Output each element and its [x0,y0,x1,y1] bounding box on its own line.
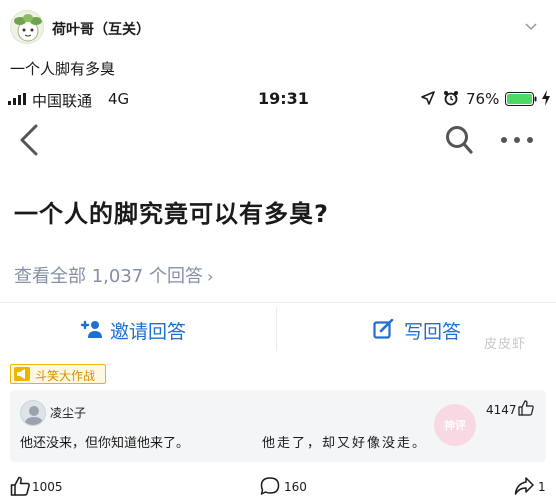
write-answer-label: 写回答 [404,321,462,343]
network-type: 4G [108,90,130,108]
comment-like-count: 4147 [486,403,517,417]
share-count: 1 [538,480,546,494]
top-comment[interactable]: 凌尘子 神评 4147 他还没来，但你知道他来了。 他走了，却又好像没走。 [10,390,546,462]
status-time: 19:31 [258,89,309,108]
author-avatar[interactable] [10,10,44,44]
footer-actions: 1005 160 1 [0,470,556,504]
carrier-name: 中国联通 [32,92,93,110]
comment-count: 160 [284,480,307,494]
battery-icon [505,92,537,106]
featured-comment-stamp: 神评 [434,404,476,446]
watermark: 皮皮虾 [484,337,527,352]
comment-text-line-2: 他走了，却又好像没走。 [262,436,428,451]
thumbs-up-icon[interactable] [518,400,534,416]
invite-answer-button[interactable]: 邀请回答 [0,303,276,355]
commenter-name[interactable]: 凌尘子 [50,404,86,421]
comment-icon [260,477,280,495]
add-user-icon [80,320,102,338]
share-icon [514,477,534,495]
search-icon[interactable] [444,124,474,156]
location-icon [421,91,435,105]
comment-text-line-1: 他还没来，但你知道他来了。 [20,436,190,451]
view-all-label: 查看全部 1,037 个回答 [14,266,203,287]
status-bar: 中国联通 4G 19:31 76% [0,84,556,114]
question-title: 一个人的脚究竟可以有多臭? [14,200,329,228]
more-icon[interactable] [498,128,536,152]
megaphone-icon [14,367,30,381]
author-name[interactable]: 荷叶哥（互关） [52,19,150,39]
thumbs-up-icon [10,476,30,496]
badge-label: 斗笑大作战 [35,369,96,383]
action-row: 邀请回答 写回答 [0,303,556,355]
charging-icon [542,90,550,106]
like-count: 1005 [32,480,63,494]
post-header: 荷叶哥（互关） [0,0,556,54]
edit-icon [373,319,394,339]
stamp-label: 神评 [444,419,466,432]
alarm-icon [444,91,458,106]
invite-answer-label: 邀请回答 [110,321,187,343]
chevron-down-icon[interactable] [524,20,538,34]
back-icon[interactable] [14,122,46,158]
nav-bar [0,114,556,166]
commenter-avatar[interactable] [20,400,46,426]
category-badge[interactable]: 斗笑大作战 [10,364,106,384]
post-text: 一个人脚有多臭 [10,60,116,78]
view-all-answers-link[interactable]: 查看全部 1,037 个回答 › [14,262,213,288]
signal-icon [8,93,26,105]
battery-percent: 76% [466,90,500,108]
chevron-right-icon: › [206,267,214,286]
